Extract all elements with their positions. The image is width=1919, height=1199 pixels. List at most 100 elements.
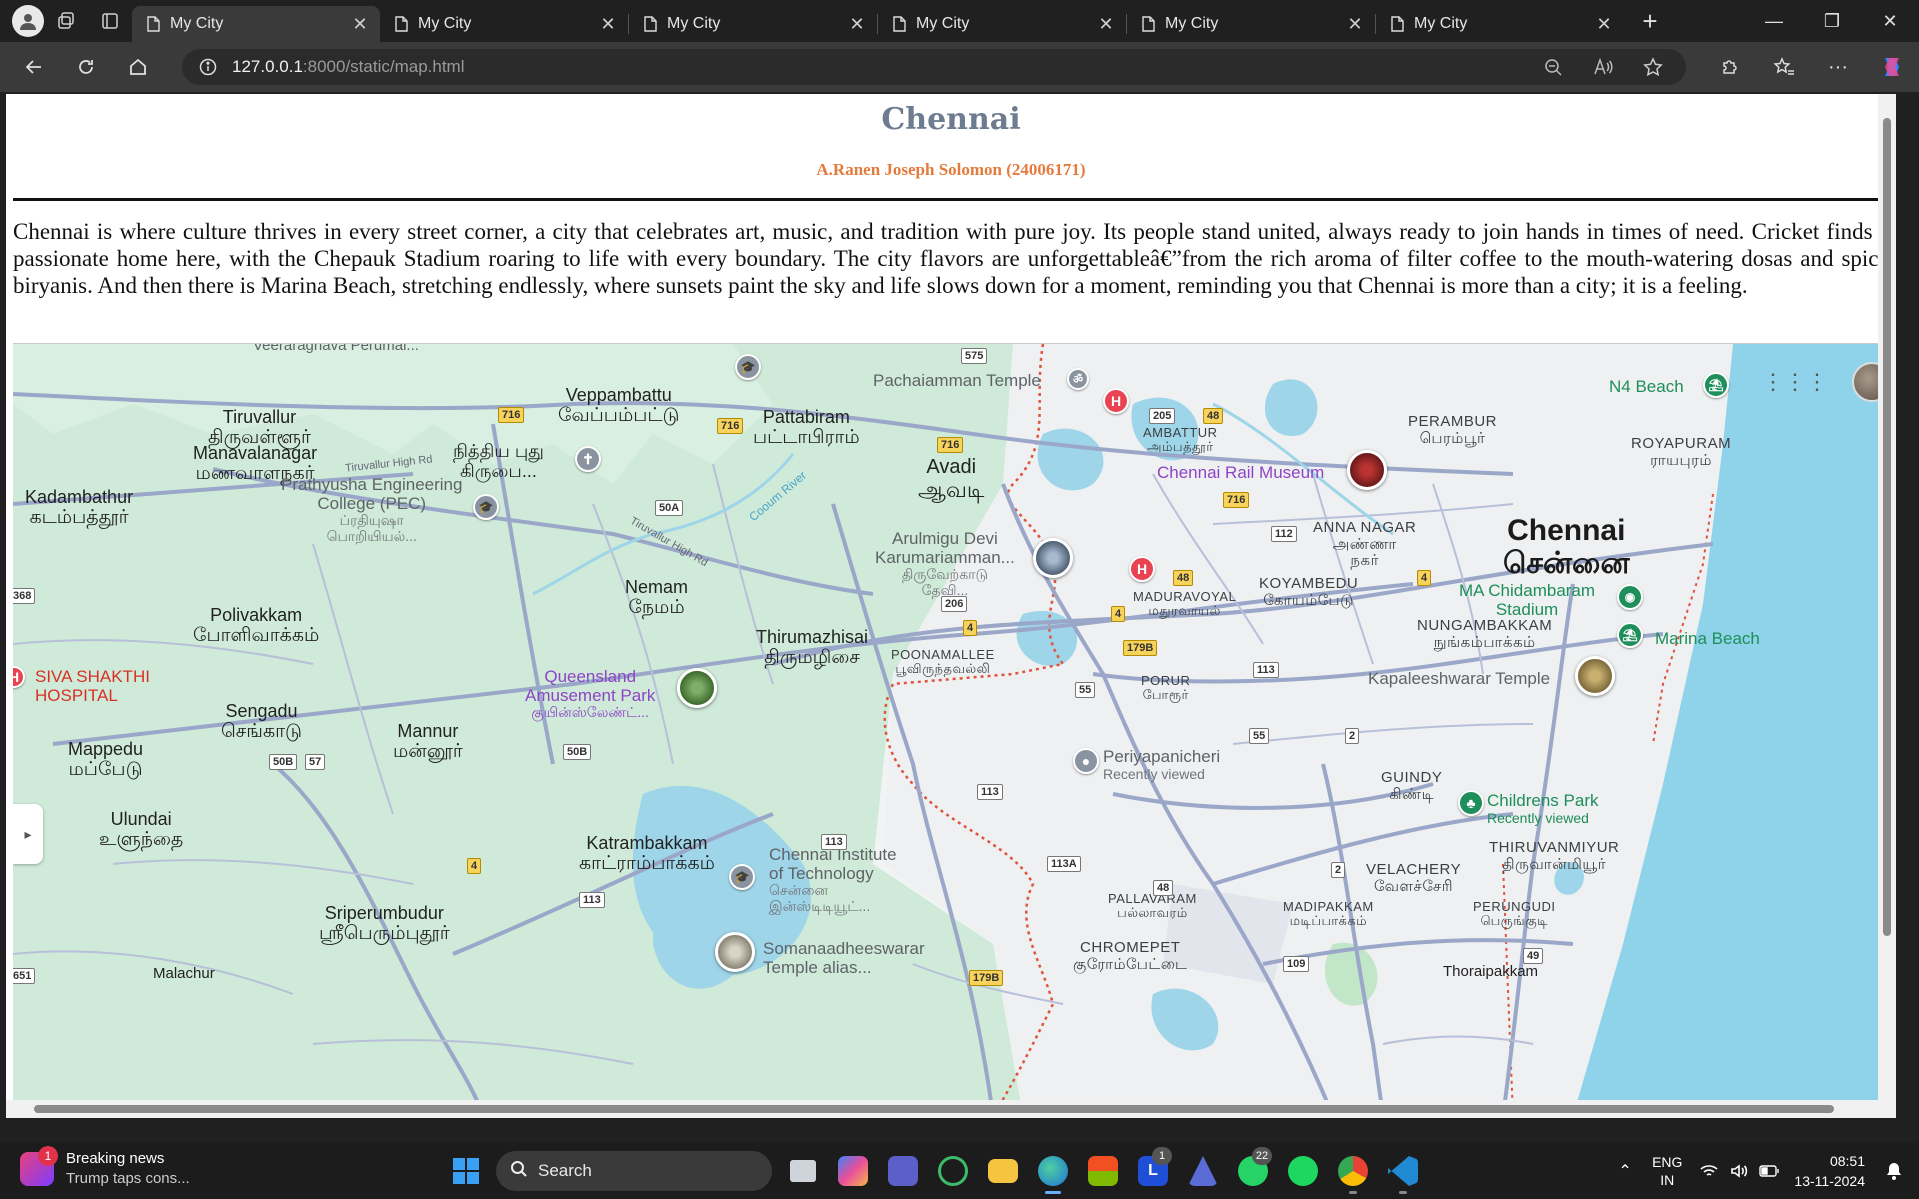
site-info-icon[interactable]: [188, 58, 228, 76]
place-veppambattu[interactable]: Veppambattu வேப்பம்பட்டு: [558, 385, 679, 427]
notification-bell-icon[interactable]: [1879, 1162, 1909, 1180]
tab-5[interactable]: My City ✕: [1127, 6, 1375, 42]
volume-icon[interactable]: [1724, 1163, 1754, 1179]
place-koyambedu[interactable]: KOYAMBEDU கோயம்பேடு: [1259, 575, 1358, 609]
close-tab-icon[interactable]: ✕: [1345, 14, 1365, 35]
favorites-icon[interactable]: [1757, 57, 1811, 77]
place-somanaadheeswarar[interactable]: Somanaadheeswarar Temple alias...: [763, 939, 925, 977]
address-bar[interactable]: 127.0.0.1:8000/static/map.html: [182, 49, 1686, 85]
place-siva-shakthi-hospital[interactable]: SIVA SHAKTHI HOSPITAL: [35, 667, 150, 705]
place-kadambathur[interactable]: Kadambathur கடம்பத்தூர்: [25, 487, 133, 529]
place-periyapanicheri[interactable]: Periyapanicheri Recently viewed: [1103, 747, 1220, 782]
somanaadheeswarar-photo[interactable]: [715, 932, 755, 972]
refresh-icon[interactable]: [60, 47, 112, 87]
place-thiruvanmiyur[interactable]: THIRUVANMIYUR திருவான்மியூர்: [1489, 839, 1619, 873]
place-katrambakkam[interactable]: Katrambakkam காட்ராம்பாக்கம்: [579, 833, 715, 875]
place-nemam[interactable]: Nemam நேமம்: [625, 577, 688, 619]
home-icon[interactable]: [112, 47, 164, 87]
workspaces-icon[interactable]: [44, 5, 88, 37]
place-nungambakkam[interactable]: NUNGAMBAKKAM நுங்கம்பாக்கம்: [1417, 617, 1552, 651]
place-madipakkam[interactable]: MADIPAKKAM மடிப்பாக்கம்: [1283, 899, 1374, 929]
place-malachur[interactable]: Malachur: [153, 965, 215, 983]
beach-pin-icon[interactable]: ⛱: [1703, 372, 1729, 398]
place-chidambaram-stadium[interactable]: MA Chidambaram Stadium: [1459, 581, 1595, 619]
chrome-icon[interactable]: [1328, 1147, 1378, 1195]
close-tab-icon[interactable]: ✕: [350, 14, 370, 35]
school-pin-icon[interactable]: 🎓: [473, 494, 499, 520]
task-view-icon[interactable]: [778, 1147, 828, 1195]
place-porur[interactable]: PORUR போரூர்: [1141, 673, 1190, 703]
more-menu-icon[interactable]: ···: [1811, 56, 1865, 79]
spotify-icon[interactable]: [1278, 1147, 1328, 1195]
school-pin-icon[interactable]: 🎓: [735, 354, 761, 380]
temple-pin-icon[interactable]: ॐ: [1067, 368, 1089, 390]
tab-3[interactable]: My City ✕: [629, 6, 877, 42]
place-marina-beach[interactable]: Marina Beach: [1655, 629, 1760, 649]
school-pin-icon[interactable]: 🎓: [729, 864, 755, 890]
close-window-icon[interactable]: ✕: [1861, 0, 1919, 42]
place-poonamallee[interactable]: POONAMALLEE பூவிருந்தவல்லி: [891, 647, 995, 677]
temple-photo[interactable]: [1033, 538, 1073, 578]
hospital-pin-icon[interactable]: H: [1103, 388, 1129, 414]
embedded-map[interactable]: Veeraraghava Perumal... Tiruvallur திருவள…: [13, 343, 1896, 1115]
tab-actions-icon[interactable]: [88, 5, 132, 37]
place-royapuram[interactable]: ROYAPURAM ராயபுரம்: [1631, 435, 1731, 469]
place-veeraraghava[interactable]: Veeraraghava Perumal...: [253, 344, 419, 355]
profile-avatar-icon[interactable]: [12, 5, 44, 37]
beach-pin-icon[interactable]: ⛱: [1617, 622, 1643, 648]
close-tab-icon[interactable]: ✕: [598, 14, 618, 35]
read-aloud-icon[interactable]: [1578, 58, 1628, 76]
close-tab-icon[interactable]: ✕: [847, 14, 867, 35]
hospital-pin-icon[interactable]: H: [1129, 556, 1155, 582]
minimize-icon[interactable]: —: [1745, 0, 1803, 42]
edge-browser-icon[interactable]: [1028, 1147, 1078, 1195]
place-sriperumbudur[interactable]: Sriperumbudur ஸ்ரீபெரும்புதூர்: [319, 903, 450, 945]
extensions-icon[interactable]: [1703, 57, 1757, 77]
place-arulmigu[interactable]: Arulmigu Devi Karumariamman... திருவேற்காட…: [875, 529, 1015, 598]
place-polivakkam[interactable]: Polivakkam போளிவாக்கம்: [193, 605, 319, 647]
place-sengadu[interactable]: Sengadu செங்காடு: [221, 701, 302, 743]
clock[interactable]: 08:51 13-11-2024: [1794, 1151, 1865, 1191]
place-thoraipakkam[interactable]: Thoraipakkam: [1443, 963, 1538, 981]
place-nithya[interactable]: நித்திய புது கிருபை...: [453, 441, 544, 482]
place-pallavaram[interactable]: PALLAVARAM பல்லாவரம்: [1108, 891, 1197, 921]
vertical-scrollbar[interactable]: [1878, 94, 1896, 1118]
taskbar-search[interactable]: Search: [496, 1151, 772, 1191]
place-avadi[interactable]: Avadi ஆவடி: [918, 456, 984, 502]
sync-app-icon[interactable]: [928, 1147, 978, 1195]
place-pattabiram[interactable]: Pattabiram பட்டாபிராம்: [753, 407, 860, 449]
close-tab-icon[interactable]: ✕: [1096, 14, 1116, 35]
store-icon[interactable]: [1078, 1147, 1128, 1195]
windows-start-icon[interactable]: [442, 1147, 490, 1195]
file-explorer-icon[interactable]: [978, 1147, 1028, 1195]
chevron-up-icon[interactable]: ⌃: [1610, 1161, 1640, 1181]
tab-4[interactable]: My City ✕: [878, 6, 1126, 42]
place-thirumazhisai[interactable]: Thirumazhisai திருமழிசை: [756, 627, 868, 669]
tab-1[interactable]: My City ✕: [132, 6, 380, 42]
place-maduravoyal[interactable]: MADURAVOYAL மதுரவாயல்: [1133, 589, 1236, 619]
tab-2[interactable]: My City ✕: [380, 6, 628, 42]
place-velachery[interactable]: VELACHERY வேளச்சேரி: [1366, 861, 1461, 895]
news-widget[interactable]: 1 Breaking news Trump taps cons...: [20, 1146, 190, 1189]
place-perambur[interactable]: PERAMBUR பெரம்பூர்: [1408, 413, 1497, 447]
apps-grid-icon[interactable]: ⋮⋮⋮: [1762, 369, 1828, 395]
wifi-icon[interactable]: [1694, 1164, 1724, 1178]
expand-side-panel-icon[interactable]: ▸: [13, 804, 43, 864]
place-ulundai[interactable]: Ulundai உளுந்தை: [99, 809, 183, 851]
close-tab-icon[interactable]: ✕: [1594, 14, 1614, 35]
place-prathyusha[interactable]: Prathyusha Engineering College (PEC) ப்ரதி…: [281, 475, 462, 544]
place-rail-museum[interactable]: Chennai Rail Museum: [1157, 463, 1324, 483]
back-icon[interactable]: [8, 47, 60, 87]
place-kapaleeshwarar[interactable]: Kapaleeshwarar Temple: [1368, 669, 1550, 689]
park-pin-icon[interactable]: ♣: [1458, 790, 1484, 816]
location-pin-icon[interactable]: ●: [1073, 748, 1099, 774]
place-pachaiamman[interactable]: Pachaiamman Temple: [873, 371, 1041, 391]
vpn-app-icon[interactable]: [1178, 1147, 1228, 1195]
tab-6[interactable]: My City ✕: [1376, 6, 1624, 42]
whatsapp-icon[interactable]: 22: [1228, 1147, 1278, 1195]
place-ambattur[interactable]: AMBATTUR அம்பத்தூர்: [1143, 425, 1218, 455]
church-pin-icon[interactable]: ✝: [575, 446, 601, 472]
place-chromepet[interactable]: CHROMEPET குரோம்பேட்டை: [1073, 939, 1187, 973]
favorite-star-icon[interactable]: [1628, 57, 1678, 77]
l-app-icon[interactable]: L1: [1128, 1147, 1178, 1195]
